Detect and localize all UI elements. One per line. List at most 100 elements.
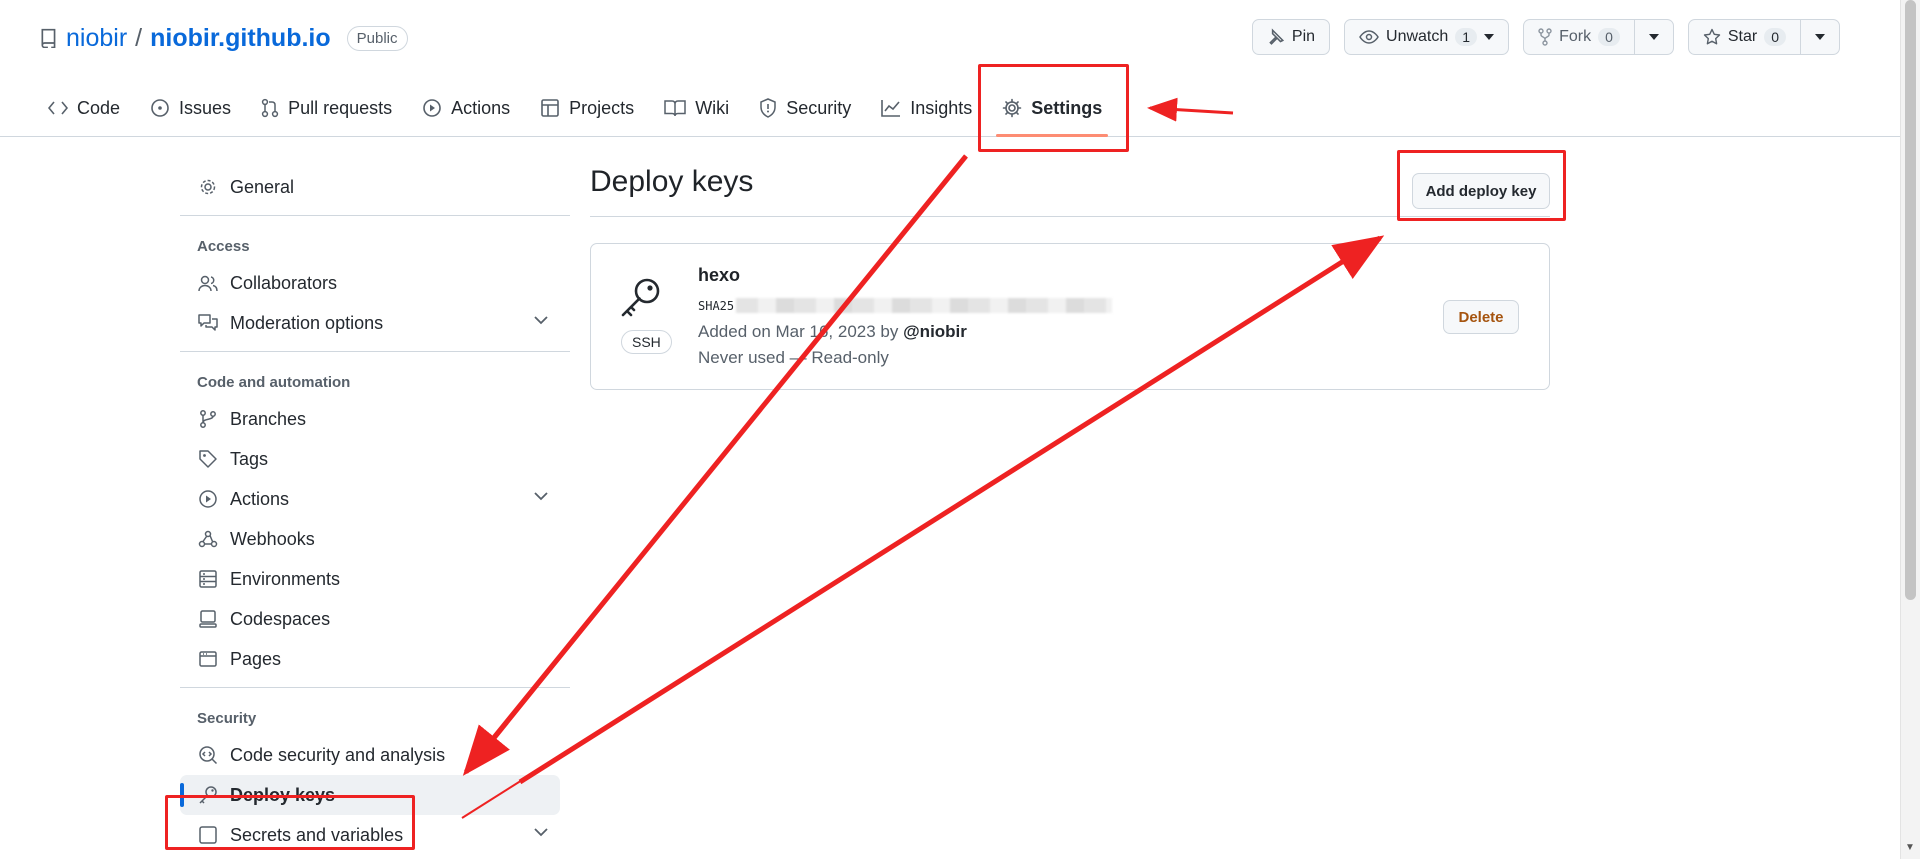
key-type-badge: SSH bbox=[621, 330, 672, 354]
sidebar-item-actions[interactable]: Actions bbox=[180, 479, 570, 519]
key-added-by-link[interactable]: @niobir bbox=[903, 322, 967, 341]
tab-label: Pull requests bbox=[288, 97, 393, 118]
star-button-group: Star 0 bbox=[1687, 19, 1840, 55]
tab-label: Projects bbox=[569, 97, 635, 118]
chevron-down-icon bbox=[534, 316, 548, 325]
server-icon bbox=[198, 569, 218, 589]
sidebar-heading-access: Access bbox=[197, 238, 250, 255]
sidebar-item-branches[interactable]: Branches bbox=[180, 399, 570, 439]
watch-button-group: Unwatch 1 bbox=[1344, 19, 1510, 55]
gear-icon bbox=[1002, 98, 1022, 118]
unwatch-label: Unwatch bbox=[1386, 28, 1449, 45]
fork-dropdown[interactable] bbox=[1633, 20, 1673, 54]
shield-icon bbox=[759, 98, 777, 118]
star-button[interactable]: Star 0 bbox=[1689, 20, 1800, 54]
star-icon bbox=[1703, 28, 1721, 46]
branch-icon bbox=[198, 409, 218, 429]
star-count: 0 bbox=[1764, 28, 1786, 46]
sidebar-item-label: Code security and analysis bbox=[230, 744, 446, 765]
repo-name-link[interactable]: niobir.github.io bbox=[150, 24, 331, 53]
tab-label: Actions bbox=[451, 97, 511, 118]
page-title: Deploy keys bbox=[590, 165, 1550, 217]
visibility-badge: Public bbox=[346, 25, 408, 51]
tab-issues[interactable]: Issues bbox=[150, 87, 231, 129]
key-usage: Never used — Read-only bbox=[698, 348, 889, 367]
sidebar-item-label: Pages bbox=[230, 648, 282, 669]
repo-separator: / bbox=[135, 23, 143, 52]
play-icon bbox=[198, 489, 218, 509]
page-scrollbar[interactable]: ▼ bbox=[1900, 0, 1920, 859]
sidebar-item-label: Moderation options bbox=[230, 312, 384, 333]
pull-request-icon bbox=[261, 98, 279, 118]
book-icon bbox=[664, 99, 686, 117]
sidebar-item-label: Actions bbox=[230, 488, 290, 509]
sidebar-item-deploy-keys[interactable]: Deploy keys bbox=[180, 775, 560, 815]
chevron-down-icon bbox=[534, 828, 548, 837]
gear-icon bbox=[198, 177, 218, 197]
tab-label: Settings bbox=[1031, 97, 1103, 118]
tab-label: Wiki bbox=[695, 97, 730, 118]
codespaces-icon bbox=[198, 609, 218, 629]
code-icon bbox=[48, 101, 68, 115]
key-added-info: Added on Mar 16, 2023 by @niobir bbox=[698, 322, 967, 342]
issue-icon bbox=[150, 98, 170, 118]
fork-count: 0 bbox=[1598, 28, 1620, 46]
sidebar-item-pages[interactable]: Pages bbox=[180, 639, 570, 679]
unwatch-button[interactable]: Unwatch 1 bbox=[1345, 20, 1508, 54]
star-dropdown[interactable] bbox=[1800, 20, 1839, 54]
play-icon bbox=[422, 98, 442, 118]
sidebar-item-label: Codespaces bbox=[230, 608, 331, 629]
add-deploy-key-button[interactable]: Add deploy key bbox=[1412, 173, 1550, 209]
webhook-icon bbox=[198, 529, 218, 549]
fork-label: Fork bbox=[1559, 28, 1592, 45]
caret-down-icon bbox=[1815, 34, 1825, 40]
tab-label: Issues bbox=[179, 97, 232, 118]
scroll-down-arrow-icon[interactable]: ▼ bbox=[1905, 842, 1915, 853]
pin-label: Pin bbox=[1291, 28, 1316, 45]
pin-button[interactable]: Pin bbox=[1251, 19, 1331, 55]
sidebar-item-webhooks[interactable]: Webhooks bbox=[180, 519, 570, 559]
fork-button[interactable]: Fork 0 bbox=[1524, 20, 1634, 54]
repo-title: niobir / niobir.github.io Public bbox=[40, 18, 408, 58]
tab-settings[interactable]: Settings bbox=[996, 87, 1109, 137]
sidebar-item-label: Tags bbox=[230, 448, 269, 469]
key-icon bbox=[619, 276, 667, 320]
delete-key-button[interactable]: Delete bbox=[1443, 300, 1519, 334]
table-icon bbox=[540, 98, 560, 118]
sidebar-item-tags[interactable]: Tags bbox=[180, 439, 570, 479]
tab-projects[interactable]: Projects bbox=[540, 87, 634, 129]
repo-owner-link[interactable]: niobir bbox=[66, 24, 127, 53]
sidebar-heading-code-automation: Code and automation bbox=[197, 374, 351, 391]
repo-tabs: Code Issues Pull requests Actions Projec… bbox=[48, 87, 1109, 137]
chevron-down-icon bbox=[534, 492, 548, 501]
tab-label: Security bbox=[786, 97, 852, 118]
tab-insights[interactable]: Insights bbox=[881, 87, 972, 129]
sidebar-item-moderation-options[interactable]: Moderation options bbox=[180, 303, 570, 343]
tab-code[interactable]: Code bbox=[48, 87, 120, 129]
sidebar-item-code-security[interactable]: Code security and analysis bbox=[180, 735, 570, 775]
repo-icon bbox=[40, 28, 58, 48]
sidebar-item-label: Branches bbox=[230, 408, 307, 429]
tag-icon bbox=[198, 449, 218, 469]
tab-wiki[interactable]: Wiki bbox=[664, 87, 729, 129]
sidebar-item-codespaces[interactable]: Codespaces bbox=[180, 599, 570, 639]
graph-icon bbox=[881, 99, 901, 117]
key-icon bbox=[198, 785, 218, 805]
repo-actions: Pin Unwatch 1 Fork 0 Star 0 bbox=[1251, 19, 1840, 55]
fingerprint-redacted bbox=[736, 298, 1113, 313]
repo-header: niobir / niobir.github.io Public Pin Unw… bbox=[0, 0, 1900, 137]
deploy-key-item: SSH hexo SHA25 Added on Mar 16, 2023 by … bbox=[590, 243, 1550, 390]
sidebar-item-general[interactable]: General bbox=[180, 167, 570, 207]
tab-pull-requests[interactable]: Pull requests bbox=[261, 87, 392, 129]
deploy-keys-section: Deploy keys Add deploy key SSH hexo SHA2… bbox=[590, 165, 1550, 390]
settings-sidebar: General Access Collaborators Moderation … bbox=[180, 137, 570, 855]
scrollbar-thumb[interactable] bbox=[1905, 0, 1916, 600]
key-fingerprint: SHA25 bbox=[698, 298, 1113, 313]
sidebar-item-environments[interactable]: Environments bbox=[180, 559, 570, 599]
tab-actions[interactable]: Actions bbox=[422, 87, 510, 129]
sidebar-item-label: General bbox=[230, 176, 295, 197]
sidebar-item-collaborators[interactable]: Collaborators bbox=[180, 263, 570, 303]
sidebar-item-secrets[interactable]: Secrets and variables bbox=[180, 815, 570, 855]
tab-security[interactable]: Security bbox=[759, 87, 851, 129]
tab-label: Insights bbox=[910, 97, 973, 118]
